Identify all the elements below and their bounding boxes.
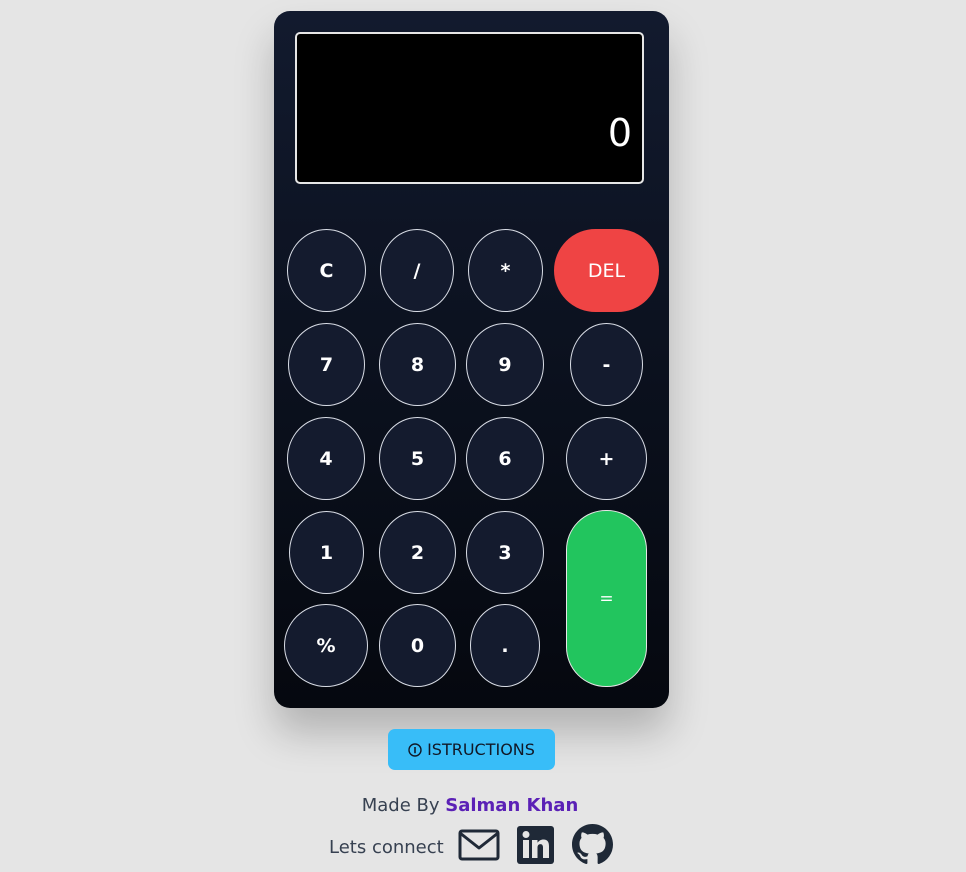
- five-button[interactable]: 5: [379, 417, 456, 500]
- mail-icon[interactable]: [458, 829, 500, 866]
- minus-button[interactable]: -: [570, 323, 643, 406]
- author-link[interactable]: Salman Khan: [445, 795, 578, 816]
- linkedin-icon[interactable]: [516, 825, 554, 869]
- footer-connect: Lets connect: [329, 824, 613, 870]
- two-button[interactable]: 2: [379, 511, 456, 594]
- calculator-display: 0: [295, 32, 644, 184]
- zero-button[interactable]: 0: [379, 604, 456, 687]
- clear-button[interactable]: C: [287, 229, 366, 312]
- info-icon: [408, 742, 422, 757]
- decimal-button[interactable]: .: [470, 604, 540, 687]
- multiply-button[interactable]: *: [468, 229, 543, 312]
- eight-button[interactable]: 8: [379, 323, 456, 406]
- display-value: 0: [607, 111, 632, 155]
- github-icon[interactable]: [571, 824, 613, 870]
- instructions-label: ISTRUCTIONS: [427, 740, 535, 759]
- instructions-button[interactable]: ISTRUCTIONS: [388, 729, 555, 770]
- connect-label: Lets connect: [329, 836, 444, 858]
- six-button[interactable]: 6: [466, 417, 544, 500]
- delete-button[interactable]: DEL: [554, 229, 659, 312]
- footer-credit: Made By Salman Khan: [0, 795, 940, 816]
- four-button[interactable]: 4: [287, 417, 365, 500]
- made-by-label: Made By: [361, 795, 440, 816]
- three-button[interactable]: 3: [466, 511, 544, 594]
- one-button[interactable]: 1: [289, 511, 364, 594]
- seven-button[interactable]: 7: [288, 323, 365, 406]
- divide-button[interactable]: /: [380, 229, 454, 312]
- plus-button[interactable]: +: [566, 417, 647, 500]
- percent-button[interactable]: %: [284, 604, 368, 687]
- equals-button[interactable]: =: [566, 510, 647, 687]
- nine-button[interactable]: 9: [466, 323, 544, 406]
